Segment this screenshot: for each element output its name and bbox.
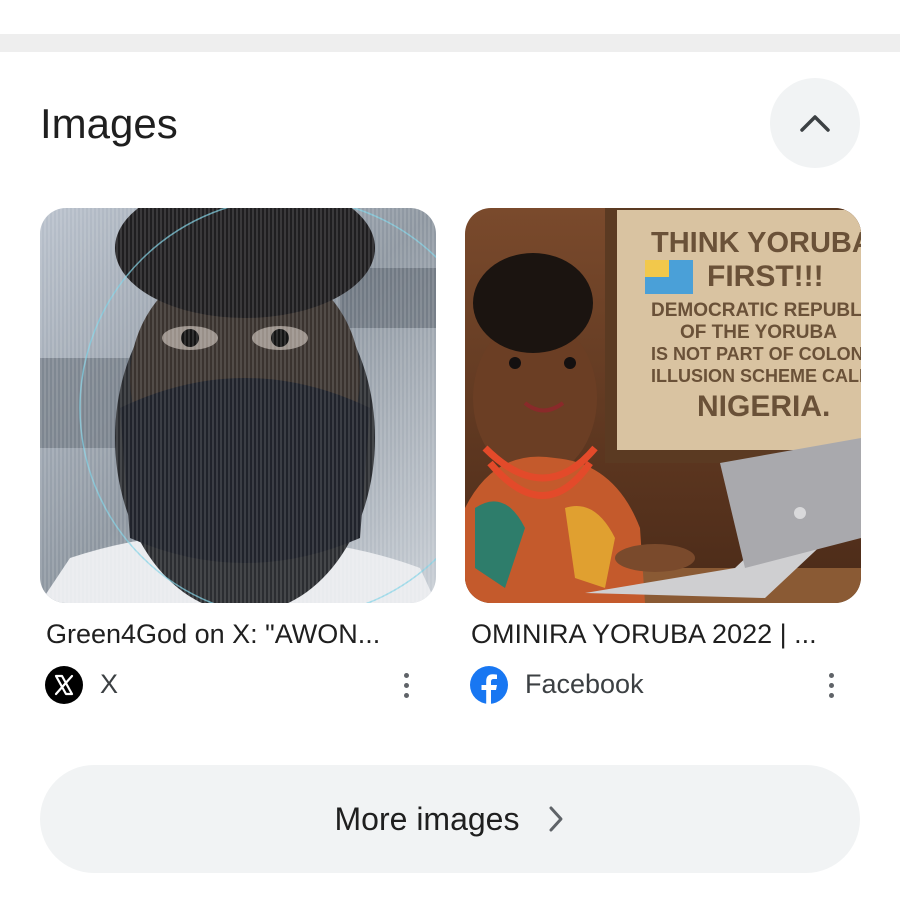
- more-images-button[interactable]: More images: [40, 765, 860, 873]
- image-result-card-1: Green4God on X: "AWON... X: [40, 208, 436, 707]
- more-options-icon[interactable]: [821, 665, 841, 705]
- image-source-row: X: [40, 663, 436, 707]
- image-thumbnail-2[interactable]: THINK YORUBA FIRST!!! DEMOCRATIC REPUBLI…: [465, 208, 861, 603]
- chevron-right-icon: [549, 806, 563, 832]
- section-title: Images: [40, 100, 178, 147]
- more-images-label: More images: [334, 800, 520, 837]
- chevron-up-icon: [800, 115, 830, 132]
- sign-line-6: ILLUSION SCHEME CALLED: [651, 366, 861, 386]
- image-caption[interactable]: OMINIRA YORUBA 2022 | ...: [471, 617, 851, 651]
- sign-line-7: NIGERIA.: [697, 390, 830, 423]
- source-name: Facebook: [525, 669, 644, 699]
- facebook-logo-icon: [470, 666, 508, 704]
- sign-line-2: FIRST!!!: [707, 260, 824, 293]
- more-options-icon[interactable]: [396, 665, 416, 705]
- image-caption[interactable]: Green4God on X: "AWON...: [46, 617, 426, 651]
- image-thumbnail-1[interactable]: [40, 208, 436, 603]
- sign-line-3: DEMOCRATIC REPUBLIC: [651, 300, 861, 321]
- woman-laptop-image: THINK YORUBA FIRST!!! DEMOCRATIC REPUBLI…: [465, 208, 861, 603]
- image-source-row: Facebook: [465, 663, 861, 707]
- source-name: X: [100, 669, 119, 699]
- section-divider: [0, 34, 900, 52]
- sign-line-4: OF THE YORUBA: [680, 322, 837, 343]
- sign-line-5: IS NOT PART OF COLONIAL: [651, 344, 861, 364]
- x-logo-icon: [45, 666, 83, 704]
- collapse-button[interactable]: [770, 78, 860, 168]
- image-result-card-2: THINK YORUBA FIRST!!! DEMOCRATIC REPUBLI…: [465, 208, 861, 707]
- man-portrait-image: [40, 208, 436, 603]
- sign-line-1: THINK YORUBA: [651, 227, 861, 259]
